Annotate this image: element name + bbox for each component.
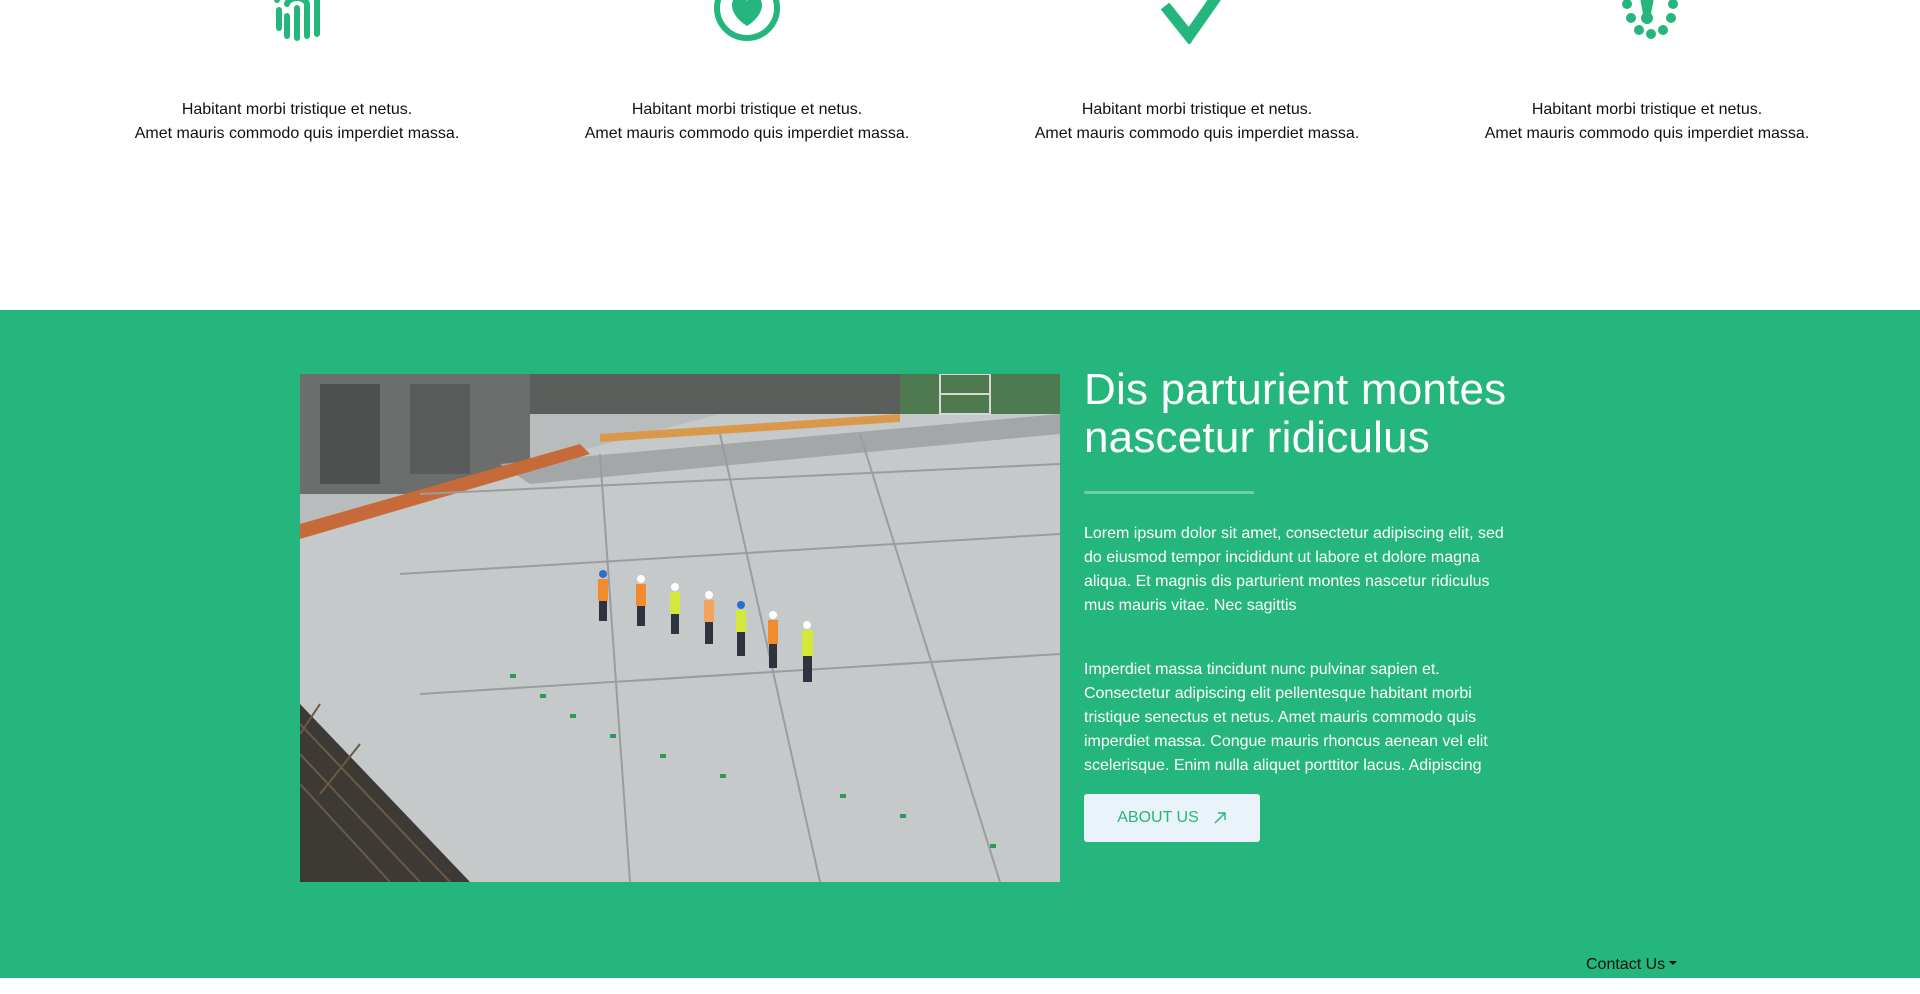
contact-us-dropdown[interactable]: Contact Us — [1586, 956, 1678, 974]
about-paragraph-1: Lorem ipsum dolor sit amet, consectetur … — [1084, 525, 1504, 614]
arrow-up-right-icon — [1214, 812, 1226, 824]
heading-line2: nascetur ridiculus — [1084, 413, 1430, 462]
feature-line2: Amet mauris commodo quis imperdiet massa… — [584, 125, 910, 142]
feature-line2: Amet mauris commodo quis imperdiet massa… — [1484, 125, 1810, 142]
heading-line1: Dis parturient montes — [1084, 365, 1507, 414]
feature-text: Habitant morbi tristique et netus. Amet … — [1422, 98, 1872, 146]
contact-us-label: Contact Us — [1586, 956, 1666, 973]
feature-line2: Amet mauris commodo quis imperdiet massa… — [1034, 125, 1360, 142]
feature-line1: Habitant morbi tristique et netus. — [631, 101, 863, 118]
checkmark-icon — [1160, 0, 1221, 44]
about-heading: Dis parturient montes nascetur ridiculus — [1084, 366, 1514, 462]
feature-line1: Habitant morbi tristique et netus. — [1531, 101, 1763, 118]
about-us-button[interactable]: ABOUT US — [1084, 794, 1260, 842]
features-section: Habitant morbi tristique et netus. Amet … — [0, 0, 1920, 310]
feature-text: Habitant morbi tristique et netus. Amet … — [972, 98, 1422, 146]
feature-line1: Habitant morbi tristique et netus. — [1081, 101, 1313, 118]
heading-divider — [1084, 491, 1254, 494]
about-content: Dis parturient montes nascetur ridiculus… — [1084, 366, 1514, 842]
caret-down-icon — [1669, 961, 1678, 965]
fingerprint-icon — [274, 0, 320, 41]
feature-text: Habitant morbi tristique et netus. Amet … — [522, 98, 972, 146]
feature-line2: Amet mauris commodo quis imperdiet massa… — [134, 125, 460, 142]
feature-line1: Habitant morbi tristique et netus. — [181, 101, 413, 118]
bottom-strip — [0, 978, 1920, 994]
about-us-button-label: ABOUT US — [1117, 809, 1199, 826]
about-section: Dis parturient montes nascetur ridiculus… — [0, 310, 1920, 978]
photo-illustration — [300, 374, 1060, 882]
about-paragraph-2: Imperdiet massa tincidunt nunc pulvinar … — [1084, 661, 1488, 774]
heart-badge-icon — [714, 0, 780, 41]
award-badge-icon — [1622, 0, 1678, 39]
construction-team-photo — [300, 374, 1060, 882]
feature-text: Habitant morbi tristique et netus. Amet … — [72, 98, 522, 146]
